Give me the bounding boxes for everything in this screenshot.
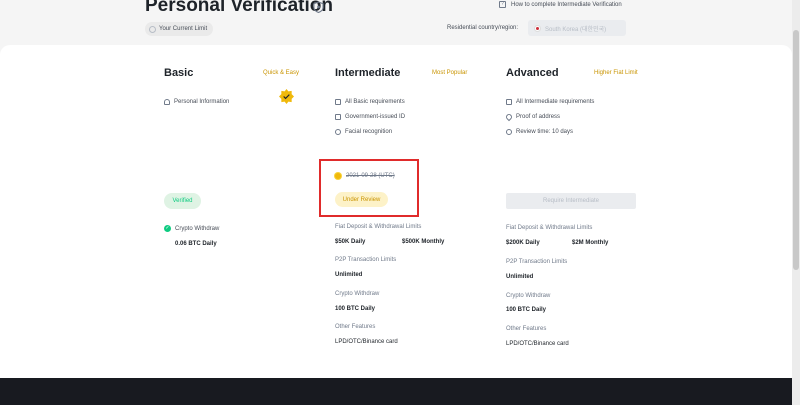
country-value: South Korea (대한민국) bbox=[545, 26, 607, 33]
page-footer bbox=[0, 378, 792, 405]
document-icon: ? bbox=[499, 1, 506, 8]
intermediate-tag: Most Popular bbox=[432, 70, 468, 76]
scrollbar[interactable] bbox=[792, 0, 800, 405]
id-card-icon bbox=[335, 114, 341, 120]
advanced-fiat-daily: $200K Daily bbox=[506, 240, 540, 246]
circle-icon bbox=[149, 25, 156, 33]
advanced-crypto-label: Crypto Withdraw bbox=[506, 293, 551, 299]
intermediate-features-value: LPD/OTC/Binance card bbox=[335, 339, 398, 345]
page-header: Personal Verification Your Current Limit… bbox=[0, 0, 792, 45]
shield-icon[interactable] bbox=[313, 1, 324, 13]
intermediate-requirement: Facial recognition bbox=[335, 129, 392, 135]
location-pin-icon bbox=[504, 112, 514, 122]
intermediate-p2p-label: P2P Transaction Limits bbox=[335, 257, 397, 263]
country-label: Residential country/region: bbox=[447, 25, 519, 31]
intermediate-title: Intermediate bbox=[335, 67, 401, 79]
advanced-title: Advanced bbox=[506, 67, 559, 79]
intermediate-crypto-label: Crypto Withdraw bbox=[335, 291, 380, 297]
advanced-tag: Higher Fiat Limit bbox=[594, 70, 638, 76]
advanced-fiat-label: Fiat Deposit & Withdrawal Limits bbox=[506, 225, 593, 231]
intermediate-features-label: Other Features bbox=[335, 324, 376, 330]
basic-tag: Quick & Easy bbox=[263, 70, 300, 76]
advanced-requirement: Review time: 10 days bbox=[506, 129, 573, 135]
require-intermediate-button[interactable]: Require Intermediate bbox=[506, 193, 636, 209]
korea-flag-icon bbox=[534, 24, 541, 32]
list-icon bbox=[506, 99, 512, 105]
current-limit-pill[interactable]: Your Current Limit bbox=[145, 22, 214, 36]
highlight-box bbox=[319, 159, 419, 217]
advanced-fiat-monthly: $2M Monthly bbox=[572, 240, 609, 246]
current-limit-label: Your Current Limit bbox=[159, 26, 208, 32]
help-link-text: How to complete Intermediate Verificatio… bbox=[511, 1, 622, 8]
page-title: Personal Verification bbox=[145, 0, 333, 16]
check-circle-icon: ✓ bbox=[164, 225, 171, 232]
country-select[interactable]: South Korea (대한민국) bbox=[528, 20, 626, 36]
list-icon bbox=[335, 99, 341, 105]
person-icon bbox=[164, 99, 170, 105]
help-link[interactable]: ? How to complete Intermediate Verificat… bbox=[499, 1, 622, 8]
basic-crypto-withdraw-value: 0.06 BTC Daily bbox=[175, 241, 217, 247]
intermediate-fiat-daily: $50K Daily bbox=[335, 239, 366, 245]
intermediate-requirement: All Basic requirements bbox=[335, 99, 405, 105]
face-icon bbox=[335, 129, 341, 135]
scrollbar-thumb[interactable] bbox=[793, 30, 799, 270]
intermediate-crypto-value: 100 BTC Daily bbox=[335, 306, 376, 312]
advanced-p2p-label: P2P Transaction Limits bbox=[506, 259, 568, 265]
advanced-features-label: Other Features bbox=[506, 326, 547, 332]
intermediate-requirement: Government-issued ID bbox=[335, 114, 405, 120]
basic-title: Basic bbox=[164, 67, 194, 79]
intermediate-p2p-value: Unlimited bbox=[335, 272, 363, 278]
advanced-features-value: LPD/OTC/Binance card bbox=[506, 341, 569, 347]
advanced-crypto-value: 100 BTC Daily bbox=[506, 307, 547, 313]
advanced-requirement: All Intermediate requirements bbox=[506, 99, 594, 105]
intermediate-fiat-label: Fiat Deposit & Withdrawal Limits bbox=[335, 224, 422, 230]
advanced-requirement: Proof of address bbox=[504, 112, 560, 122]
verified-badge-icon bbox=[279, 89, 294, 104]
basic-crypto-withdraw-label: ✓ Crypto Withdraw bbox=[164, 225, 220, 232]
basic-requirement: Personal Information bbox=[164, 99, 229, 105]
intermediate-fiat-monthly: $500K Monthly bbox=[402, 239, 445, 245]
advanced-p2p-value: Unlimited bbox=[506, 274, 534, 280]
verified-status: Verified bbox=[164, 193, 201, 209]
clock-icon bbox=[506, 129, 512, 135]
